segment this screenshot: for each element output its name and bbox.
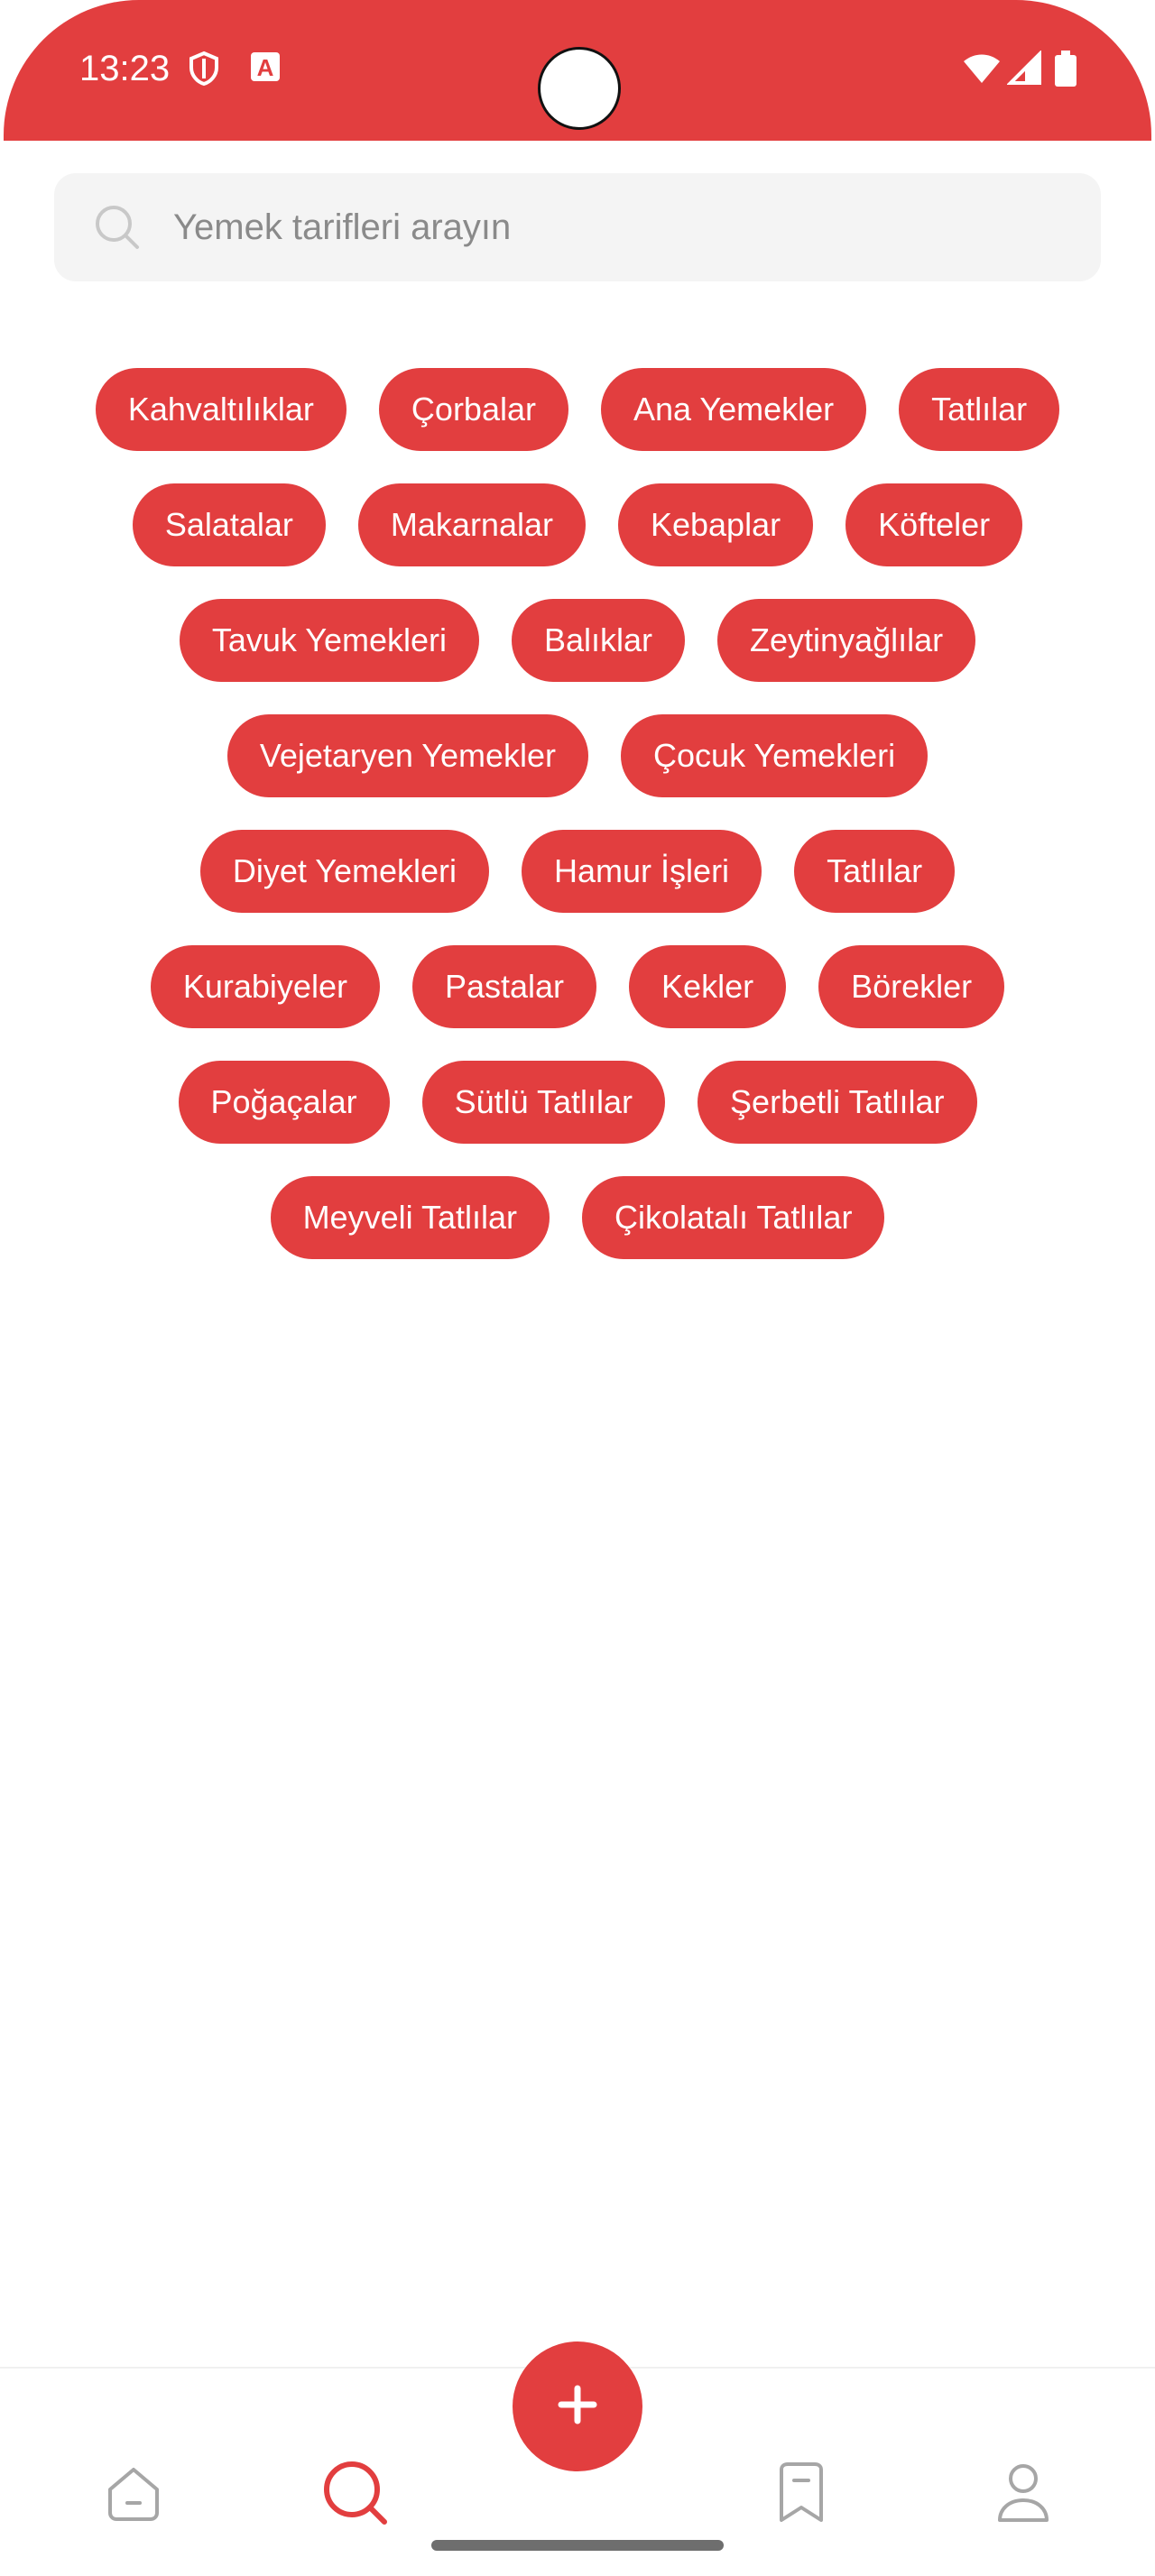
category-chip[interactable]: Vejetaryen Yemekler	[226, 714, 589, 797]
camera-cutout	[538, 47, 621, 130]
category-chip[interactable]: Poğaçalar	[178, 1061, 390, 1144]
category-chips: Kahvaltılıklar Çorbalar Ana Yemekler Tatlıl…	[0, 368, 1155, 1292]
home-icon	[103, 2462, 164, 2528]
profile-icon	[994, 2461, 1052, 2530]
status-time: 13:23	[79, 49, 171, 88]
category-chip[interactable]: Tatlılar	[794, 830, 956, 913]
category-chip[interactable]: Tavuk Yemekleri	[179, 599, 479, 682]
category-chip[interactable]: Ana Yemekler	[600, 368, 867, 451]
category-chip[interactable]: Zeytinyağlılar	[717, 599, 976, 682]
status-bar: 13:23 A	[4, 0, 1151, 141]
plus-icon	[556, 2383, 599, 2431]
search-icon	[92, 202, 143, 253]
nav-saved[interactable]	[765, 2459, 837, 2531]
shield-icon	[186, 51, 222, 87]
wifi-icon	[962, 51, 1000, 87]
chip-row: Vejetaryen Yemekler Çocuk Yemekleri	[0, 714, 1155, 797]
chip-row: Poğaçalar Sütlü Tatlılar Şerbetli Tatlılar	[0, 1061, 1155, 1144]
search-placeholder: Yemek tarifleri arayın	[173, 207, 512, 247]
search-icon	[319, 2457, 392, 2534]
category-chip[interactable]: Sütlü Tatlılar	[421, 1061, 666, 1144]
category-chip[interactable]: Kebaplar	[617, 483, 814, 566]
category-chip[interactable]: Makarnalar	[357, 483, 586, 566]
bookmark-icon	[772, 2461, 830, 2530]
category-chip[interactable]: Meyveli Tatlılar	[270, 1176, 550, 1259]
app-notification-glyph: A	[257, 54, 274, 81]
category-chip[interactable]: Kahvaltılıklar	[95, 368, 346, 451]
chip-row: Meyveli Tatlılar Çikolatalı Tatlılar	[0, 1176, 1155, 1259]
chip-row: Kurabiyeler Pastalar Kekler Börekler	[0, 945, 1155, 1028]
category-chip[interactable]: Köfteler	[845, 483, 1023, 566]
home-indicator	[431, 2540, 724, 2551]
battery-icon	[1052, 51, 1088, 87]
category-chip[interactable]: Salatalar	[132, 483, 326, 566]
chip-row: Diyet Yemekleri Hamur İşleri Tatlılar	[0, 830, 1155, 913]
search-input[interactable]: Yemek tarifleri arayın	[54, 173, 1101, 281]
category-chip[interactable]: Pastalar	[411, 945, 597, 1028]
category-chip[interactable]: Şerbetli Tatlılar	[698, 1061, 977, 1144]
category-chip[interactable]: Diyet Yemekleri	[199, 830, 490, 913]
signal-icon	[1006, 50, 1043, 87]
chip-row: Salatalar Makarnalar Kebaplar Köfteler	[0, 483, 1155, 566]
category-chip[interactable]: Kurabiyeler	[150, 945, 380, 1028]
category-chip[interactable]: Börekler	[818, 945, 1005, 1028]
category-chip[interactable]: Kekler	[629, 945, 787, 1028]
category-chip[interactable]: Çocuk Yemekleri	[621, 714, 929, 797]
category-chip[interactable]: Tatlılar	[899, 368, 1060, 451]
app-notification-icon: A	[249, 51, 285, 87]
category-chip[interactable]: Çorbalar	[378, 368, 568, 451]
category-chip[interactable]: Çikolatalı Tatlılar	[581, 1176, 885, 1259]
nav-profile[interactable]	[987, 2459, 1059, 2531]
chip-row: Kahvaltılıklar Çorbalar Ana Yemekler Tatlıl…	[0, 368, 1155, 451]
category-chip[interactable]: Balıklar	[512, 599, 686, 682]
add-recipe-button[interactable]	[513, 2341, 642, 2471]
nav-home[interactable]	[97, 2459, 170, 2531]
nav-search[interactable]	[319, 2459, 392, 2531]
chip-row: Tavuk Yemekleri Balıklar Zeytinyağlılar	[0, 599, 1155, 682]
category-chip[interactable]: Hamur İşleri	[522, 830, 762, 913]
